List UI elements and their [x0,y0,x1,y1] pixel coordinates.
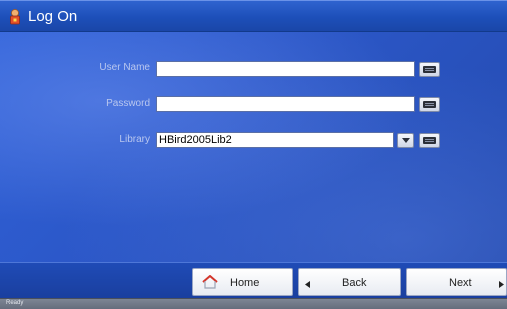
library-keyboard-button[interactable] [419,133,440,148]
library-dropdown-button[interactable] [397,133,414,148]
home-button-label: Home [230,277,260,289]
library-select[interactable]: HBird2005Lib2 [156,132,394,148]
back-button-label: Back [342,277,367,289]
home-icon [202,274,218,292]
window-title: Log On [28,8,78,25]
logon-form: User Name Password Library HBird2005Lib2 [0,32,507,262]
next-button-label: Next [449,277,472,289]
next-button[interactable]: Next [406,268,507,296]
status-bar: Ready [0,298,507,309]
user-lock-icon [9,9,21,25]
password-label: Password [106,98,150,109]
title-bar: Log On [0,0,507,32]
password-keyboard-button[interactable] [419,97,440,112]
library-label: Library [119,134,150,145]
triangle-left-icon [305,279,310,291]
username-input[interactable] [156,61,415,77]
navigation-bar: Home Back Next [0,262,507,298]
triangle-right-icon [499,279,504,291]
home-button[interactable]: Home [192,268,293,296]
username-keyboard-button[interactable] [419,62,440,77]
status-text: Ready [6,300,24,306]
back-button[interactable]: Back [298,268,401,296]
username-label: User Name [99,62,150,73]
logon-window: Log On User Name Password Library HBird2… [0,0,507,309]
password-input[interactable] [156,96,415,112]
